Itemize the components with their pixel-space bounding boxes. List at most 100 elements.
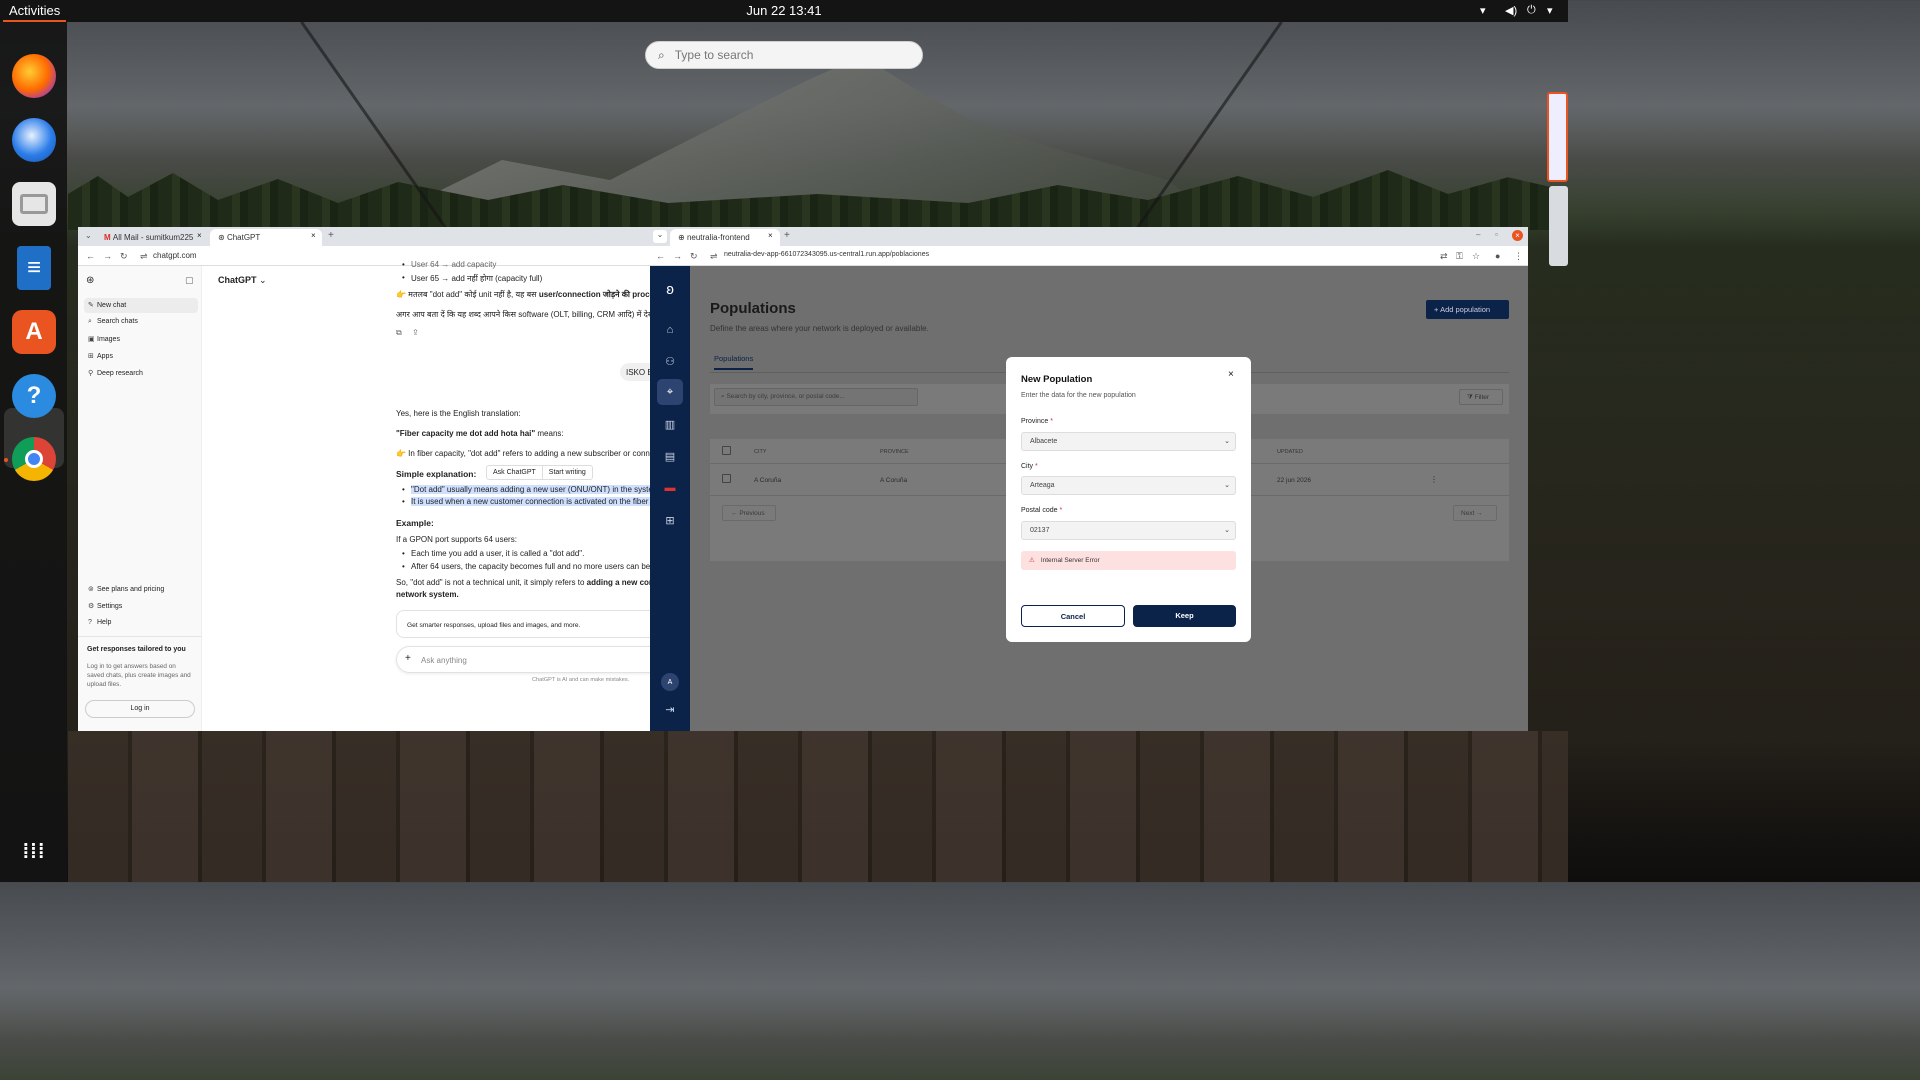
back-icon[interactable]: ← xyxy=(86,251,95,261)
sidebar-item-images[interactable]: ▣ Images xyxy=(84,332,198,347)
wifi-icon[interactable]: ▾ xyxy=(1480,4,1486,17)
flag-icon[interactable]: ▬ xyxy=(657,475,683,501)
tab-populations[interactable]: Populations xyxy=(714,354,754,370)
sidebar-item-deep-research[interactable]: ⚲ Deep research xyxy=(84,366,198,381)
grid-icon[interactable]: ⊞ xyxy=(657,507,683,533)
firefox-icon[interactable] xyxy=(12,54,56,98)
tab-chatgpt[interactable]: ⊛ ChatGPT xyxy=(210,229,322,246)
add-population-button[interactable]: + Add population xyxy=(1426,300,1509,319)
copy-icon[interactable]: ⧉ xyxy=(396,328,402,338)
workspace-thumbnail[interactable] xyxy=(1547,92,1568,182)
url-field[interactable]: chatgpt.com xyxy=(153,251,197,260)
column-header-city[interactable]: CITY xyxy=(754,449,767,455)
logout-icon[interactable]: ⇥ xyxy=(657,696,683,722)
previous-button[interactable]: ← Previous xyxy=(722,505,776,521)
forward-icon[interactable]: → xyxy=(103,251,112,261)
minimize-icon[interactable]: – xyxy=(1476,230,1480,239)
new-tab-icon[interactable]: + xyxy=(328,230,334,241)
sidebar-item-new-chat[interactable]: ✎ New chat xyxy=(84,298,198,313)
reload-icon[interactable]: ↻ xyxy=(690,251,698,262)
image-icon: ▣ xyxy=(88,336,95,343)
close-icon[interactable]: × xyxy=(768,231,773,240)
plus-icon[interactable]: + xyxy=(405,653,411,664)
user-icon[interactable]: ⚇ xyxy=(657,348,683,374)
system-menu-chevron-icon[interactable]: ▾ xyxy=(1547,4,1553,17)
close-icon[interactable]: × xyxy=(197,231,202,240)
sidebar-item-settings[interactable]: ⚙ Settings xyxy=(84,599,198,614)
population-search-input[interactable]: ⌕ Search by city, province, or postal co… xyxy=(714,388,918,406)
select-value: Albacete xyxy=(1030,438,1058,445)
select-all-checkbox[interactable] xyxy=(722,446,731,455)
help-icon: ? xyxy=(88,619,92,626)
sidebar-item-help[interactable]: ? Help xyxy=(84,616,198,631)
power-icon[interactable]: ⏻ xyxy=(1527,4,1536,17)
cancel-button[interactable]: Cancel xyxy=(1021,605,1125,627)
sidebar-item-label: See plans and pricing xyxy=(97,586,165,593)
column-header-province[interactable]: PROVINCE xyxy=(880,449,909,455)
location-pin-icon[interactable]: ⌖ xyxy=(657,379,683,405)
next-button[interactable]: Next → xyxy=(1453,505,1497,521)
sidebar-item-label: Settings xyxy=(97,603,123,610)
new-tab-icon[interactable]: + xyxy=(784,230,790,241)
reload-icon[interactable]: ↻ xyxy=(120,251,128,262)
model-selector[interactable]: ChatGPT ⌄ xyxy=(218,275,267,286)
chat-input[interactable]: + Ask anything xyxy=(396,646,650,673)
show-apps-icon[interactable]: ⁞⁞⁞ xyxy=(12,830,56,874)
postal-code-select[interactable]: 02137 ⌄ xyxy=(1021,521,1236,540)
sidebar-item-search-chats[interactable]: ⌕ Search chats xyxy=(84,315,198,330)
close-icon[interactable]: × xyxy=(1228,369,1234,380)
chatgpt-logo-icon[interactable]: ⊛ xyxy=(86,275,94,286)
site-info-icon[interactable]: ⇌ xyxy=(710,251,718,262)
volume-icon[interactable]: ◀) xyxy=(1505,4,1517,17)
building-icon[interactable]: ▥ xyxy=(657,411,683,437)
chatgpt-window: ⌄ M All Mail - sumitkum225 × ⊛ ChatGPT ×… xyxy=(78,227,650,731)
help-icon[interactable]: ? xyxy=(12,374,56,418)
sidebar-item-apps[interactable]: ⊞ Apps xyxy=(84,349,198,364)
maximize-icon[interactable]: ▫ xyxy=(1495,230,1498,239)
writer-icon[interactable]: ≡ xyxy=(17,246,51,290)
tab-neutralia[interactable]: ⊕ neutralia-frontend xyxy=(670,229,780,246)
workspace-thumbnail[interactable] xyxy=(1549,186,1568,266)
filter-button[interactable]: ⧩ Filter xyxy=(1459,389,1503,405)
province-select[interactable]: Albacete ⌄ xyxy=(1021,432,1236,451)
tab-gmail[interactable]: M All Mail - sumitkum225 xyxy=(96,229,208,246)
url-field[interactable]: neutralia-dev-app-661072343095.us-centra… xyxy=(724,251,929,258)
tab-bar: ⌄ M All Mail - sumitkum225 × ⊛ ChatGPT ×… xyxy=(78,227,650,246)
close-icon[interactable]: × xyxy=(311,231,316,240)
bullet: • xyxy=(402,273,405,282)
window-close-icon[interactable]: × xyxy=(1512,230,1523,241)
row-actions-icon[interactable]: ⋮ xyxy=(1430,475,1438,484)
thunderbird-icon[interactable] xyxy=(12,118,56,162)
ask-chatgpt-button[interactable]: Ask ChatGPT xyxy=(487,466,543,479)
start-writing-button[interactable]: Start writing xyxy=(543,466,592,479)
password-key-icon[interactable]: ⚿ xyxy=(1456,251,1463,262)
forward-icon[interactable]: → xyxy=(673,251,682,261)
chrome-icon[interactable] xyxy=(12,437,56,481)
home-icon[interactable]: ⌂ xyxy=(657,317,683,343)
tab-search-chevron-icon[interactable]: ⌄ xyxy=(85,231,92,240)
chart-icon[interactable]: ▤ xyxy=(657,443,683,469)
translate-icon[interactable]: ⇄ xyxy=(1440,251,1448,262)
more-menu-icon[interactable]: ⋮ xyxy=(1514,251,1523,262)
sidebar-toggle-icon[interactable]: ▢ xyxy=(185,275,194,286)
clock[interactable]: Jun 22 13:41 xyxy=(0,3,1568,18)
back-icon[interactable]: ← xyxy=(656,251,665,261)
bookmark-star-icon[interactable]: ☆ xyxy=(1472,251,1480,262)
login-button[interactable]: Log in xyxy=(85,700,195,718)
column-header-updated[interactable]: UPDATED xyxy=(1277,449,1303,455)
search-input[interactable]: ⌕ Type to search xyxy=(645,41,923,69)
share-icon[interactable]: ⇪ xyxy=(412,328,419,337)
city-select[interactable]: Arteaga ⌄ xyxy=(1021,476,1236,495)
avatar[interactable]: A xyxy=(661,673,679,691)
tab-search-chevron-icon[interactable]: ⌄ xyxy=(653,230,667,243)
button-label: Filter xyxy=(1474,394,1490,401)
site-info-icon[interactable]: ⇌ xyxy=(140,251,148,262)
profile-icon[interactable]: ● xyxy=(1495,251,1500,261)
keep-button[interactable]: Keep xyxy=(1133,605,1236,627)
app-center-icon[interactable]: A xyxy=(12,310,56,354)
chatgpt-sidebar: ⊛ ▢ ✎ New chat ⌕ Search chats ▣ Images ⊞ App… xyxy=(78,266,202,731)
sidebar-item-plans[interactable]: ⊚ See plans and pricing xyxy=(84,582,198,597)
files-icon[interactable] xyxy=(12,182,56,226)
app-logo-icon[interactable]: ʚ xyxy=(657,276,683,302)
row-checkbox[interactable] xyxy=(722,474,731,483)
